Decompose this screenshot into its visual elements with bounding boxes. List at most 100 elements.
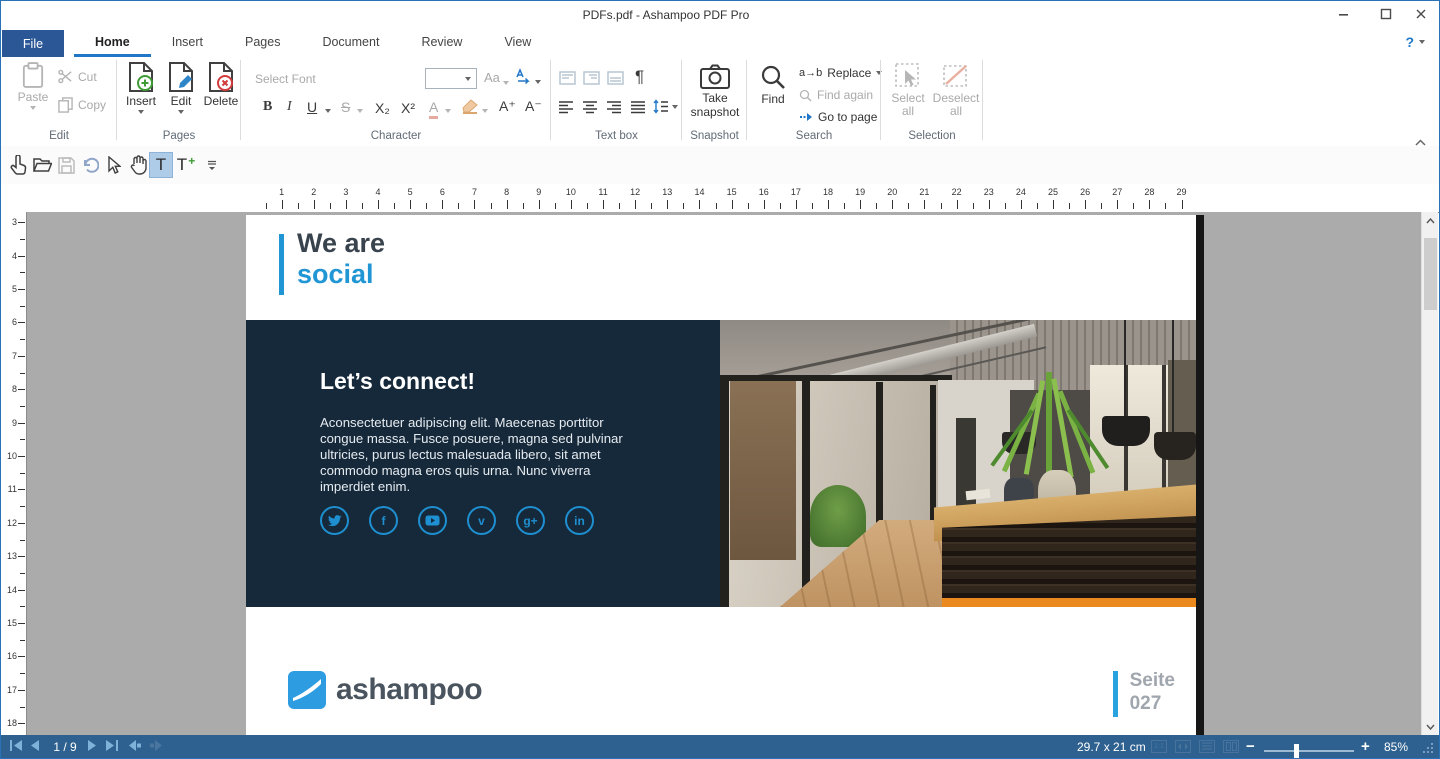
zoom-slider-track[interactable] bbox=[1264, 750, 1354, 752]
align-justify-button[interactable] bbox=[631, 101, 646, 119]
tab-view[interactable]: View bbox=[483, 30, 552, 57]
previous-view-button[interactable] bbox=[127, 739, 142, 752]
scrollbar-thumb[interactable] bbox=[1424, 238, 1437, 310]
linkedin-icon[interactable]: in bbox=[565, 506, 594, 535]
facebook-icon[interactable]: f bbox=[369, 506, 398, 535]
align-right-button[interactable] bbox=[607, 101, 622, 119]
zoom-slider-thumb[interactable] bbox=[1294, 744, 1299, 758]
scroll-up-button[interactable] bbox=[1422, 212, 1438, 229]
textbox-shrink-button[interactable] bbox=[583, 71, 600, 90]
help-button[interactable]: ? bbox=[1405, 34, 1425, 50]
vruler-tick bbox=[20, 373, 25, 374]
add-text-button[interactable]: T + bbox=[174, 152, 198, 178]
subscript-button[interactable]: X₂ bbox=[375, 100, 390, 116]
hruler-number: 12 bbox=[630, 187, 640, 197]
tab-insert[interactable]: Insert bbox=[151, 30, 224, 57]
zoom-percentage[interactable]: 85% bbox=[1384, 740, 1408, 754]
select-all-button[interactable]: Selectall bbox=[885, 62, 931, 118]
font-color-caret[interactable] bbox=[445, 109, 451, 113]
align-left-button[interactable] bbox=[559, 101, 574, 119]
pdf-page[interactable]: We are social Let’s connect! Aconsectetu… bbox=[246, 215, 1196, 735]
find-button[interactable]: Find bbox=[755, 64, 791, 106]
take-snapshot-button[interactable]: Take snapshot bbox=[690, 64, 740, 119]
google-plus-icon[interactable]: g+ bbox=[516, 506, 545, 535]
insert-page-button[interactable]: Insert bbox=[121, 62, 161, 114]
vimeo-icon[interactable]: v bbox=[467, 506, 496, 535]
hruler-tick bbox=[1085, 200, 1086, 209]
maximize-button[interactable] bbox=[1369, 1, 1403, 27]
select-tool-button[interactable] bbox=[102, 152, 126, 178]
undo-button[interactable] bbox=[78, 152, 102, 178]
close-button[interactable] bbox=[1404, 1, 1438, 27]
bold-button[interactable]: B bbox=[263, 99, 272, 115]
line-spacing-button[interactable] bbox=[653, 99, 678, 114]
minimize-button[interactable] bbox=[1327, 1, 1361, 27]
touch-mode-button[interactable] bbox=[6, 152, 30, 178]
go-to-page-button[interactable]: Go to page bbox=[799, 110, 877, 124]
document-workspace[interactable]: We are social Let’s connect! Aconsectetu… bbox=[27, 212, 1421, 735]
vruler-number: 16 bbox=[7, 651, 17, 661]
two-page-icon[interactable] bbox=[1223, 740, 1239, 753]
replace-button[interactable]: a→b Replace bbox=[799, 66, 882, 80]
fit-page-icon[interactable] bbox=[1199, 740, 1215, 753]
highlight-caret[interactable] bbox=[482, 109, 488, 113]
pan-tool-button[interactable] bbox=[126, 152, 150, 178]
decrease-font-button[interactable]: A⁻ bbox=[525, 98, 542, 115]
zoom-out-button[interactable]: − bbox=[1246, 738, 1255, 755]
text-direction-button[interactable] bbox=[515, 67, 541, 84]
actual-size-icon[interactable]: 1:1 bbox=[1151, 740, 1167, 753]
hruler-number: 20 bbox=[887, 187, 897, 197]
increase-font-button[interactable]: A⁺ bbox=[499, 98, 516, 115]
textbox-grow-button[interactable] bbox=[607, 71, 624, 90]
youtube-icon[interactable] bbox=[418, 506, 447, 535]
find-again-button[interactable]: Find again bbox=[799, 88, 873, 102]
paste-button[interactable]: Paste bbox=[11, 62, 55, 110]
edit-page-button[interactable]: Edit bbox=[163, 62, 199, 114]
text-tool-button[interactable]: T bbox=[149, 152, 173, 178]
hruler-tick bbox=[298, 203, 299, 209]
tab-file[interactable]: File bbox=[2, 30, 64, 57]
next-page-button[interactable] bbox=[87, 739, 98, 752]
superscript-button[interactable]: X² bbox=[401, 100, 415, 116]
tab-review[interactable]: Review bbox=[400, 30, 483, 57]
scroll-down-button[interactable] bbox=[1422, 718, 1438, 735]
zoom-in-button[interactable]: + bbox=[1361, 738, 1370, 755]
strikethrough-button[interactable]: S bbox=[341, 99, 350, 115]
last-page-button[interactable] bbox=[105, 739, 119, 752]
textbox-fit-button[interactable] bbox=[559, 71, 576, 90]
font-color-button[interactable]: A bbox=[429, 99, 438, 119]
hruler-tick bbox=[282, 200, 283, 209]
highlight-button[interactable] bbox=[461, 99, 479, 120]
strikethrough-options-caret[interactable] bbox=[357, 109, 363, 113]
deselect-all-button[interactable]: Deselectall bbox=[933, 62, 979, 118]
add-text-icon: T bbox=[177, 155, 187, 175]
tab-home[interactable]: Home bbox=[74, 30, 151, 57]
change-case-button[interactable]: Aa bbox=[484, 70, 509, 85]
open-file-button[interactable] bbox=[30, 152, 54, 178]
tab-pages[interactable]: Pages bbox=[224, 30, 301, 57]
delete-page-button[interactable]: Delete bbox=[201, 62, 241, 108]
ribbon-tab-row: File HomeInsertPagesDocumentReviewView ? bbox=[1, 30, 1439, 57]
tab-document[interactable]: Document bbox=[301, 30, 400, 57]
resize-grip[interactable] bbox=[1423, 743, 1433, 753]
vertical-scrollbar[interactable] bbox=[1421, 212, 1438, 735]
copy-button[interactable]: Copy bbox=[58, 97, 106, 113]
italic-button[interactable]: I bbox=[287, 99, 292, 115]
previous-page-button[interactable] bbox=[29, 739, 40, 752]
vruler-tick bbox=[18, 389, 25, 390]
toolbar-overflow-button[interactable] bbox=[200, 152, 224, 178]
align-center-button[interactable] bbox=[583, 101, 598, 119]
underline-options-caret[interactable] bbox=[325, 109, 331, 113]
pilcrow-button[interactable]: ¶ bbox=[635, 67, 644, 87]
underline-button[interactable]: U bbox=[307, 99, 317, 115]
twitter-icon[interactable] bbox=[320, 506, 349, 535]
cut-button[interactable]: Cut bbox=[58, 69, 97, 84]
vruler-tick bbox=[18, 523, 25, 524]
ribbon-group-snapshot: Take snapshot Snapshot bbox=[682, 57, 747, 145]
first-page-button[interactable] bbox=[9, 739, 23, 752]
next-view-button[interactable] bbox=[149, 739, 164, 752]
save-button[interactable] bbox=[54, 152, 78, 178]
page-indicator[interactable]: 1 / 9 bbox=[47, 740, 83, 754]
font-size-combobox[interactable] bbox=[425, 68, 477, 89]
fit-width-icon[interactable] bbox=[1175, 740, 1191, 753]
